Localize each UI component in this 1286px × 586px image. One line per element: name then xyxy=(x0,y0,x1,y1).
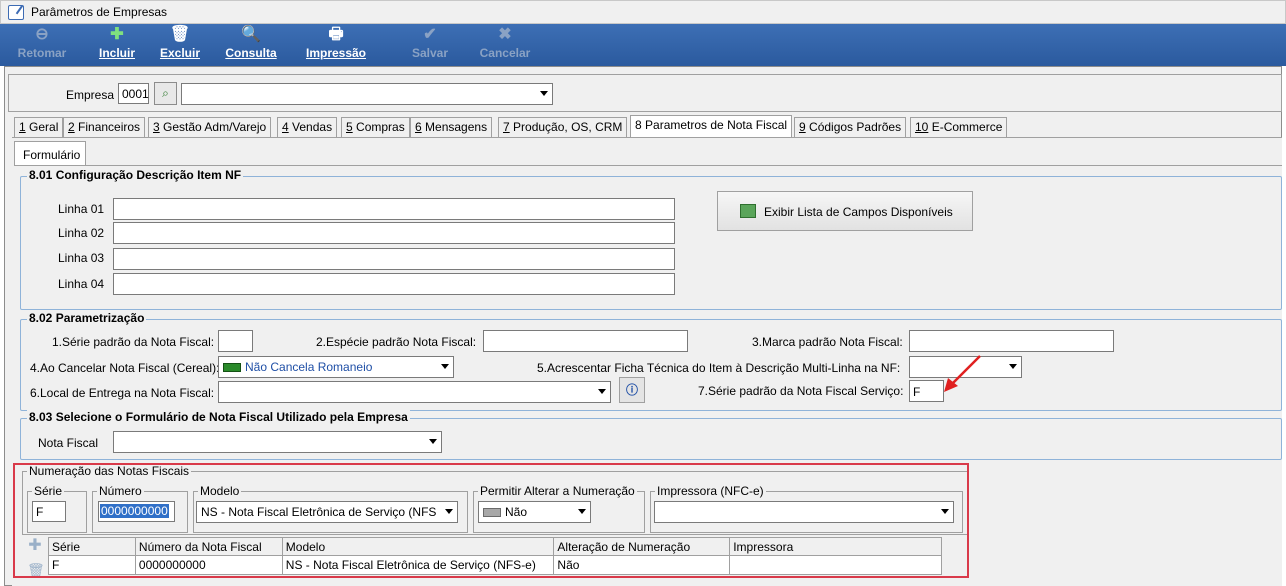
cancel-icon: ✖ xyxy=(498,26,512,43)
tab-vendas[interactable]: 4 Vendas xyxy=(277,117,338,137)
highlight-box xyxy=(13,463,969,578)
tab-compras[interactable]: 5 Compras xyxy=(341,117,410,137)
nota-fiscal-label: Nota Fiscal xyxy=(38,436,99,450)
empresa-name-select[interactable] xyxy=(181,83,553,105)
toolbar: ⊖ Retomar ✚ Incluir 🗑 Excluir 🔍 Consulta… xyxy=(0,24,1286,66)
marca-label: 3.Marca padrão Nota Fiscal: xyxy=(752,335,903,349)
tab-e-commerce[interactable]: 10 E-Commerce xyxy=(910,117,1008,137)
chevron-down-icon xyxy=(1009,364,1017,369)
especie-label: 2.Espécie padrão Nota Fiscal: xyxy=(316,335,477,349)
status-flag-icon xyxy=(223,363,241,372)
excluir-button[interactable]: 🗑 Excluir xyxy=(154,24,206,66)
impressao-button[interactable]: 🖶 Impressão xyxy=(298,24,374,66)
section-802-title: 8.02 Parametrização xyxy=(27,311,147,325)
window-title: Parâmetros de Empresas xyxy=(31,5,168,19)
tab-gestao[interactable]: 3 Gestão Adm/Varejo xyxy=(148,117,272,137)
tab-mensagens[interactable]: 6 Mensagens xyxy=(410,117,493,137)
search-icon: 🔍 xyxy=(241,26,261,43)
linha02-label: Linha 02 xyxy=(58,226,105,240)
tab-parametros-nota-fiscal[interactable]: 8 Parametros de Nota Fiscal xyxy=(630,115,793,138)
app-edit-icon xyxy=(8,5,24,20)
list-icon xyxy=(740,204,756,218)
serie-servico-field[interactable]: F xyxy=(909,380,944,402)
salvar-button[interactable]: ✔ Salvar xyxy=(404,24,456,66)
empresa-code-field[interactable]: 0001 xyxy=(118,83,149,104)
subtab-formulario[interactable]: Formulário xyxy=(14,141,86,165)
tab-producao[interactable]: 7 Produção, OS, CRM xyxy=(498,117,628,137)
trash-icon: 🗑 xyxy=(169,26,191,43)
linha01-label: Linha 01 xyxy=(58,202,105,216)
consulta-button[interactable]: 🔍 Consulta xyxy=(220,24,282,66)
back-icon: ⊖ xyxy=(35,26,49,43)
cancelar-button[interactable]: ✖ Cancelar xyxy=(474,24,536,66)
serie-padrao-label: 1.Série padrão da Nota Fiscal: xyxy=(52,335,215,349)
info-icon[interactable]: ⓘ xyxy=(619,377,645,403)
tab-codigos-padroes[interactable]: 9 Códigos Padrões xyxy=(794,117,907,137)
linha04-field[interactable] xyxy=(113,273,675,295)
linha01-field[interactable] xyxy=(113,198,675,220)
printer-icon: 🖶 xyxy=(328,26,344,43)
empresa-lookup-icon[interactable]: ⌕ xyxy=(154,82,177,105)
linha04-label: Linha 04 xyxy=(58,277,105,291)
chevron-down-icon xyxy=(598,389,606,394)
serie-servico-label: 7.Série padrão da Nota Fiscal Serviço: xyxy=(698,384,904,398)
nota-fiscal-select[interactable] xyxy=(113,431,442,453)
incluir-button[interactable]: ✚ Incluir xyxy=(92,24,142,66)
window-titlebar: Parâmetros de Empresas xyxy=(0,0,1286,24)
marca-field[interactable] xyxy=(909,330,1114,352)
ficha-tecnica-label: 5.Acrescentar Ficha Técnica do Item à De… xyxy=(537,361,901,375)
linha03-field[interactable] xyxy=(113,248,675,270)
chevron-down-icon xyxy=(540,91,548,96)
check-icon: ✔ xyxy=(423,26,437,43)
exibir-lista-button[interactable]: Exibir Lista de Campos Disponíveis xyxy=(717,191,973,231)
section-803-title: 8.03 Selecione o Formulário de Nota Fisc… xyxy=(27,410,410,424)
chevron-down-icon xyxy=(441,364,449,369)
tab-geral[interactable]: 1 Geral xyxy=(14,117,64,137)
plus-icon: ✚ xyxy=(110,26,124,43)
linha03-label: Linha 03 xyxy=(58,251,105,265)
cancelar-nf-select[interactable]: Não Cancela Romaneio xyxy=(218,356,454,378)
red-arrow-icon xyxy=(944,355,981,392)
especie-field[interactable] xyxy=(483,330,688,352)
linha02-field[interactable] xyxy=(113,222,675,244)
section-801-title: 8.01 Configuração Descrição Item NF xyxy=(27,168,244,182)
serie-padrao-field[interactable] xyxy=(218,330,253,352)
cancelar-nf-label: 4.Ao Cancelar Nota Fiscal (Cereal): xyxy=(30,361,220,375)
tab-financeiros[interactable]: 2 Financeiros xyxy=(63,117,146,137)
empresa-label: Empresa xyxy=(66,88,115,102)
chevron-down-icon xyxy=(429,439,437,444)
local-entrega-select[interactable] xyxy=(218,381,611,403)
retomar-button[interactable]: ⊖ Retomar xyxy=(12,24,72,66)
local-entrega-label: 6.Local de Entrega na Nota Fiscal: xyxy=(30,386,215,400)
